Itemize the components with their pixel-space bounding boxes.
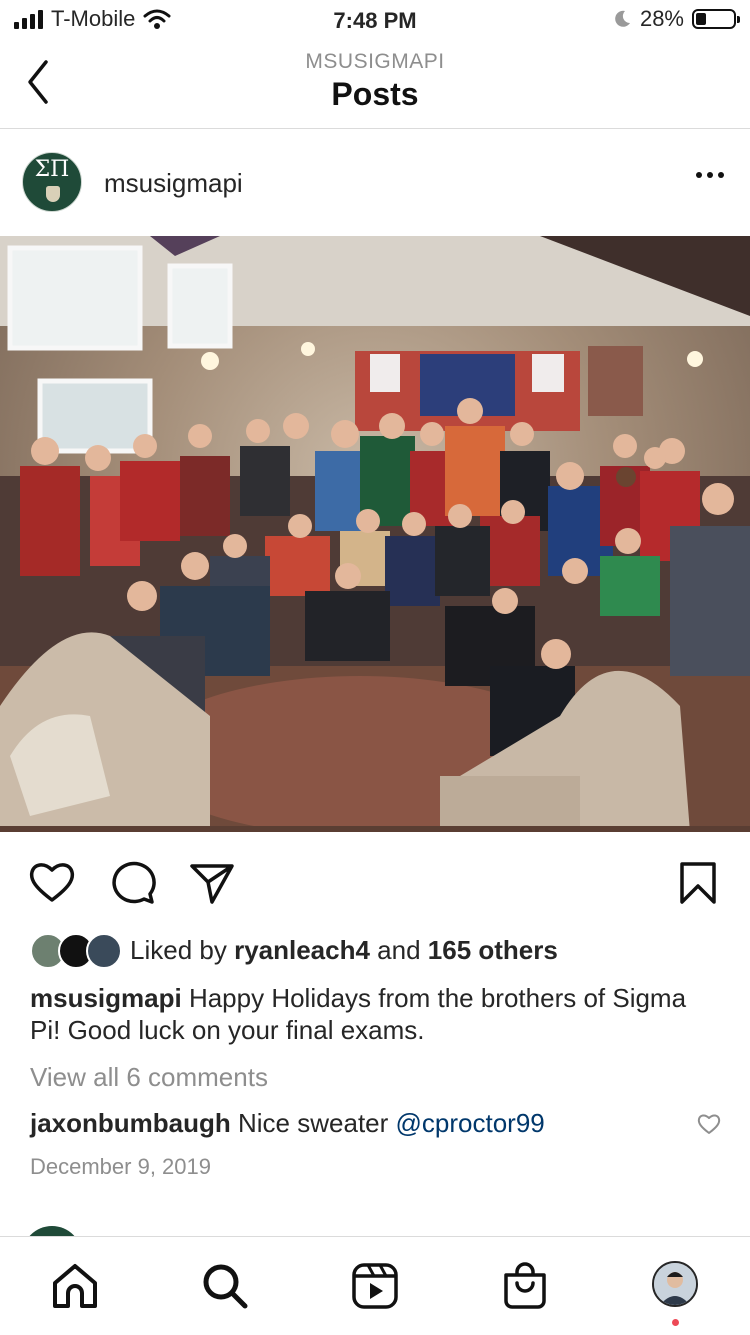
nav-bar: MSUSIGMAPI Posts [0,40,750,129]
comment-icon[interactable] [106,856,158,908]
comment-preview: jaxonbumbaugh Nice sweater @cproctor99 [30,1108,545,1139]
comment-username[interactable]: jaxonbumbaugh [30,1108,231,1138]
more-horizontal-icon[interactable] [696,172,724,178]
notification-dot [672,1319,679,1326]
crest-icon [46,186,60,202]
post-actions [0,842,750,922]
profile-tab-avatar[interactable] [652,1261,698,1307]
status-bar: T-Mobile 7:48 PM 28% [0,0,750,40]
comment-mention[interactable]: @cproctor99 [396,1108,545,1138]
moon-icon [615,10,630,27]
tab-bar [0,1236,750,1335]
page-kicker: MSUSIGMAPI [305,50,445,73]
view-all-comments-link[interactable]: View all 6 comments [30,1062,268,1093]
avatar [86,933,122,969]
liker-username[interactable]: ryanleach4 [234,935,370,966]
likes-others-count[interactable]: 165 others [428,935,558,966]
avatar[interactable]: ΣΠ [22,152,82,212]
paper-plane-icon[interactable] [186,856,238,908]
status-right: 28% [612,6,740,32]
heart-icon[interactable] [696,1112,722,1136]
liker-facepile [30,932,122,969]
group-photo-illustration [0,236,750,832]
avatar [654,1263,696,1305]
post-date: December 9, 2019 [30,1154,211,1179]
home-icon[interactable] [50,1261,100,1311]
caption-username[interactable]: msusigmapi [30,983,182,1013]
bookmark-icon[interactable] [672,856,724,908]
reels-icon[interactable] [350,1261,400,1311]
likes-prefix: Liked by [130,934,235,965]
post-username[interactable]: msusigmapi [104,168,243,199]
shopping-bag-icon[interactable] [500,1261,550,1311]
avatar-letters: ΣΠ [34,157,70,182]
likes-summary[interactable]: Liked by ryanleach4 and 165 others [30,932,730,969]
battery-percent: 28% [639,6,684,31]
search-icon[interactable] [200,1261,250,1311]
battery-icon [692,9,740,29]
likes-middle: and [369,934,428,965]
post-caption: msusigmapi Happy Holidays from the broth… [30,982,720,1046]
post-header: ΣΠ msusigmapi [0,128,750,236]
page-title: Posts [331,76,419,112]
comment-text: Nice sweater [230,1108,396,1138]
heart-icon[interactable] [26,856,78,908]
post-photo[interactable] [0,236,750,832]
